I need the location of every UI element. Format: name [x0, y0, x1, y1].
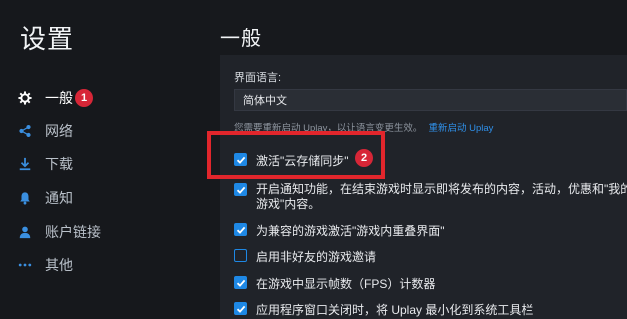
checkbox-unchecked[interactable]: [234, 249, 247, 262]
checkbox-checked[interactable]: [234, 223, 247, 236]
option-notifications[interactable]: 开启通知功能，在结束游戏时显示即将发布的内容，活动，优惠和"我的游戏"内容。: [234, 182, 627, 212]
option-label: 启用非好友的游戏邀请: [256, 250, 377, 264]
language-select[interactable]: 简体中文: [234, 89, 627, 111]
gear-icon: [18, 91, 32, 105]
checkbox-checked[interactable]: [234, 183, 247, 196]
sidebar-item-label: 账户链接: [45, 224, 101, 240]
highlight-box: [207, 131, 385, 179]
language-value: 简体中文: [243, 95, 287, 107]
option-overlay[interactable]: 为兼容的游戏激活"游戏内重叠界面": [234, 222, 445, 239]
sidebar-item-account-links[interactable]: 账户链接: [18, 220, 101, 244]
notification-badge: 1: [75, 89, 93, 107]
network-icon: [18, 124, 32, 138]
sidebar-item-network[interactable]: 网络: [18, 119, 73, 143]
sidebar-item-label: 通知: [45, 190, 73, 206]
sidebar-item-notifications[interactable]: 通知: [18, 186, 73, 210]
sidebar-item-label: 下载: [45, 156, 73, 172]
option-label: 为兼容的游戏激活"游戏内重叠界面": [256, 224, 445, 238]
option-fps-counter[interactable]: 在游戏中显示帧数（FPS）计数器: [234, 275, 435, 292]
section-title: 一般: [220, 28, 262, 50]
sidebar-item-label: 其他: [45, 257, 73, 273]
sidebar-item-general[interactable]: 一般: [18, 86, 73, 110]
option-label: 应用程序窗口关闭时，将 Uplay 最小化到系统工具栏: [256, 303, 534, 317]
sidebar-item-label: 网络: [45, 123, 73, 139]
sidebar-item-label: 一般: [45, 90, 73, 106]
option-label: 在游戏中显示帧数（FPS）计数器: [256, 277, 436, 291]
option-label: 开启通知功能，在结束游戏时显示即将发布的内容，活动，优惠和"我的游戏"内容。: [256, 182, 627, 211]
sidebar-item-downloads[interactable]: 下载: [18, 152, 73, 176]
sidebar-item-other[interactable]: 其他: [18, 253, 73, 277]
user-icon: [18, 225, 32, 239]
checkbox-checked[interactable]: [234, 302, 247, 315]
option-non-friend-invites[interactable]: 启用非好友的游戏邀请: [234, 248, 376, 265]
language-label: 界面语言:: [234, 72, 282, 84]
page-title: 设置: [20, 24, 75, 54]
restart-link[interactable]: 重新启动 Uplay: [428, 123, 493, 134]
download-icon: [18, 157, 32, 171]
option-minimize-tray[interactable]: 应用程序窗口关闭时，将 Uplay 最小化到系统工具栏: [234, 301, 533, 318]
sidebar: 设置 一般 1 网络 下载 通知 账户链接 其他: [0, 0, 210, 319]
more-icon: [18, 258, 32, 272]
checkbox-checked[interactable]: [234, 276, 247, 289]
bell-icon: [18, 191, 32, 205]
